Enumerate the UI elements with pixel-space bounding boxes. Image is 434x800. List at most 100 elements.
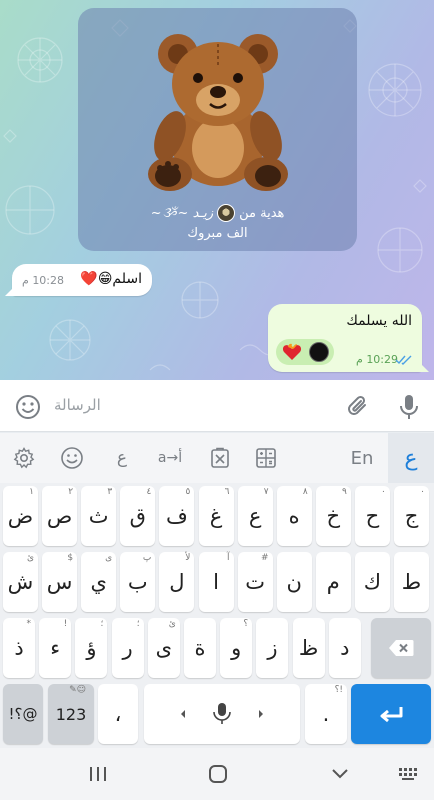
key-label: ء <box>50 636 61 660</box>
heart-on-fire-icon <box>282 343 302 360</box>
key-6[interactable]: غ٦ <box>198 486 234 546</box>
outgoing-message-text: الله يسلمك <box>346 313 412 329</box>
gift-sender-name: زيـد ~ૐ~ <box>150 205 214 221</box>
key-6[interactable]: اآ <box>198 552 234 612</box>
key-9[interactable]: ظ <box>292 618 325 678</box>
numbers-key[interactable]: 123 ✎☺ <box>48 684 94 744</box>
key-9[interactable]: خ٩ <box>315 486 351 546</box>
message-input[interactable]: الرسالة <box>54 396 101 414</box>
key-label: ب <box>127 570 148 594</box>
settings-gear-icon[interactable] <box>6 433 42 483</box>
attach-icon[interactable] <box>344 393 372 421</box>
english-layout-button[interactable]: En <box>342 433 382 483</box>
gift-from-line: هدية من زيـد ~ૐ~ <box>78 204 357 222</box>
key-10[interactable]: د <box>328 618 361 678</box>
key-5[interactable]: ىئ <box>147 618 180 678</box>
key-label: ة <box>194 636 206 660</box>
gift-congrats-text: الف مبروك <box>187 226 248 241</box>
key-hint: ! <box>63 619 68 629</box>
keyboard-toolbar: ع a→أ En ع <box>0 433 434 483</box>
home-icon[interactable] <box>206 762 230 786</box>
gift-card[interactable]: هدية من زيـد ~ૐ~ الف مبروك <box>78 8 357 251</box>
key-hint: لأ <box>185 553 191 563</box>
key-label: م <box>326 570 340 594</box>
key-label: ا <box>213 570 219 594</box>
key-label: ع <box>248 504 262 528</box>
key-3[interactable]: يى <box>81 552 117 612</box>
key-2[interactable]: ء! <box>39 618 72 678</box>
emoji-icon[interactable] <box>14 393 42 421</box>
clipboard-icon[interactable] <box>202 433 238 483</box>
key-11[interactable]: ط <box>394 552 429 612</box>
key-8[interactable]: ز <box>256 618 289 678</box>
key-2[interactable]: ص٢ <box>42 486 78 546</box>
space-bar[interactable] <box>144 684 300 744</box>
key-hint: ئ <box>168 619 176 629</box>
key-7[interactable]: ع٧ <box>237 486 273 546</box>
chat-area: هدية من زيـد ~ૐ~ الف مبروك اسلم😁❤️ 10:28… <box>0 0 434 380</box>
key-5[interactable]: ف٥ <box>159 486 195 546</box>
key-9[interactable]: م <box>315 552 351 612</box>
key-4[interactable]: ر ؛ <box>111 618 144 678</box>
key-11[interactable]: ج٠ <box>394 486 429 546</box>
key-hint: آ <box>226 553 230 563</box>
emoji-keyboard-icon[interactable] <box>54 433 90 483</box>
microphone-icon[interactable] <box>396 392 422 422</box>
key-label: د <box>340 636 350 660</box>
key-label: ط <box>401 570 422 594</box>
key-label: ه <box>288 504 300 528</box>
key-label: ل <box>169 570 185 594</box>
number-pad-icon[interactable] <box>248 433 284 483</box>
key-6[interactable]: ة <box>184 618 216 678</box>
key-3[interactable]: ث٣ <box>81 486 117 546</box>
keyboard-switch-icon[interactable] <box>396 762 420 786</box>
symbols-key[interactable]: !؟@ <box>3 684 43 744</box>
arabic-layout-button[interactable]: ع <box>388 433 434 483</box>
key-hint: ١ <box>29 487 34 497</box>
key-4[interactable]: ق٤ <box>120 486 156 546</box>
numbers-label: 123 <box>55 704 87 724</box>
outgoing-message-bubble[interactable]: الله يسلمك 10:29 م <box>268 304 429 372</box>
back-chevron-down-icon[interactable] <box>328 762 352 786</box>
arabic-script-icon[interactable]: ع <box>104 433 140 483</box>
key-10[interactable]: ك <box>354 552 390 612</box>
key-8[interactable]: ن <box>276 552 312 612</box>
key-7[interactable]: و ؟ <box>220 618 253 678</box>
enter-key[interactable] <box>351 684 431 744</box>
key-8[interactable]: ه٨ <box>276 486 312 546</box>
period-key[interactable]: . ؟! <box>305 684 347 744</box>
key-hint: ٧ <box>263 487 269 497</box>
key-label: ت <box>245 570 265 594</box>
incoming-message-bubble[interactable]: اسلم😁❤️ 10:28 م <box>5 264 152 296</box>
comma-label: ، <box>114 702 122 726</box>
key-3[interactable]: ؤ ؛ <box>75 618 108 678</box>
recent-apps-icon[interactable] <box>86 762 110 786</box>
key-10[interactable]: ح٠ <box>354 486 390 546</box>
key-label: ى <box>155 636 173 660</box>
key-1[interactable]: ذ * <box>3 618 35 678</box>
message-input-bar: الرسالة <box>0 380 434 432</box>
key-label: ك <box>363 570 382 594</box>
arabic-label: ع <box>404 445 418 471</box>
key-1[interactable]: ض١ <box>3 486 38 546</box>
key-7[interactable]: ت # <box>237 552 273 612</box>
key-label: ص <box>46 504 73 528</box>
key-5[interactable]: ل لأ <box>159 552 195 612</box>
key-1[interactable]: شئ <box>3 552 38 612</box>
key-2[interactable]: س $ <box>42 552 78 612</box>
translate-label: a→أ <box>157 450 183 466</box>
comma-key[interactable]: ، <box>98 684 138 744</box>
key-hint: ٦ <box>224 487 230 497</box>
key-4[interactable]: بپ <box>120 552 156 612</box>
period-label: . <box>322 702 330 726</box>
key-label: ؤ <box>86 636 97 660</box>
key-label: ذ <box>14 636 24 660</box>
key-label: ج <box>404 504 419 528</box>
reaction-pill[interactable] <box>276 339 334 365</box>
key-label: خ <box>326 504 341 528</box>
translate-icon[interactable]: a→أ <box>148 433 192 483</box>
key-label: ق <box>129 504 146 528</box>
key-label: ر <box>122 636 133 660</box>
en-label: En <box>350 447 374 469</box>
backspace-key[interactable] <box>371 618 431 678</box>
